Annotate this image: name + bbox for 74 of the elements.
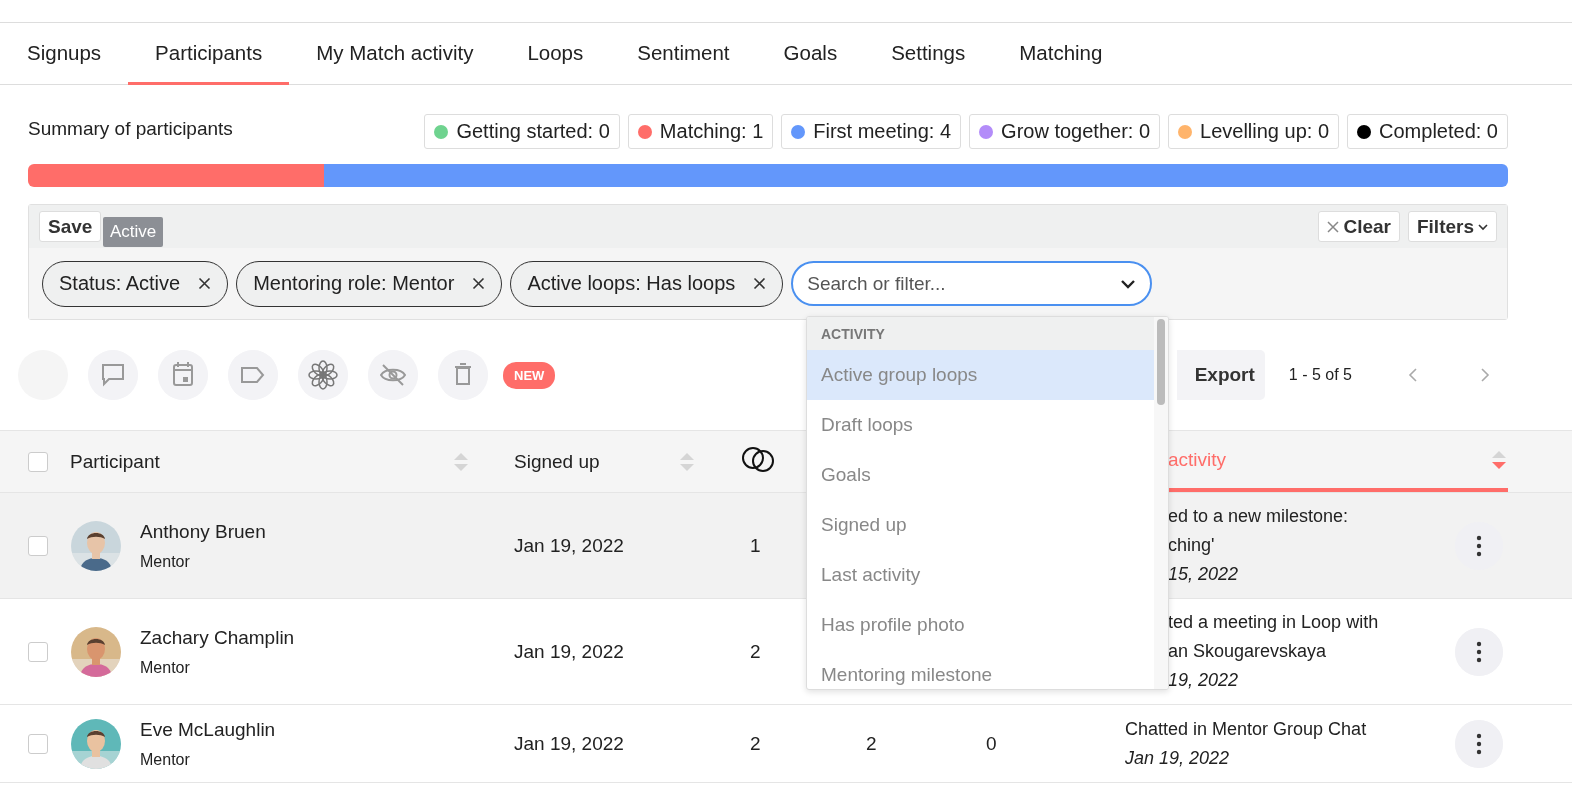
stage-legend-chip: Getting started: 0	[424, 114, 620, 149]
chevron-down-icon[interactable]	[1120, 278, 1137, 289]
stage-legend-chip: Levelling up: 0	[1168, 114, 1340, 149]
tab[interactable]: Sentiment	[610, 23, 757, 85]
table-cell-text: 2	[749, 640, 762, 663]
close-icon[interactable]	[198, 277, 212, 290]
stage-legend-chip: First meeting: 4	[781, 114, 962, 149]
dropdown-option[interactable]: Mentoring milestone	[807, 650, 1154, 689]
stage-legend-chip: Grow together: 0	[969, 114, 1161, 149]
participant-role: Mentor	[140, 552, 191, 571]
checkbox[interactable]	[28, 535, 48, 556]
export-button[interactable]: Export	[1176, 350, 1265, 400]
chip-label: Active loops: Has loops	[527, 272, 736, 295]
tab[interactable]: My Match activity	[289, 23, 501, 85]
chevron-left-icon[interactable]	[1408, 367, 1418, 383]
checkbox[interactable]	[28, 641, 48, 662]
table-cell-text: 2	[749, 732, 762, 755]
tab[interactable]: Signups	[0, 23, 129, 85]
dropdown-option[interactable]: Signed up	[807, 500, 1154, 550]
activity-text: an Skougarevskaya	[1167, 640, 1328, 663]
activity-text: Chatted in Mentor Group Chat	[1125, 717, 1368, 741]
table-cell-text: Jan 19, 2022	[514, 534, 625, 557]
participant-name[interactable]: Eve McLaughlin	[140, 718, 276, 741]
clear-button[interactable]: Clear	[1318, 211, 1400, 242]
activity-text: ching'	[1167, 534, 1216, 557]
scrollbar-thumb[interactable]	[1157, 319, 1165, 405]
stage-legend-chip: Matching: 1	[627, 114, 774, 149]
table-cell-text: 2	[865, 732, 877, 754]
tab[interactable]: Settings	[864, 23, 993, 85]
activity-date: 19, 2022	[1167, 669, 1240, 692]
dropdown-option[interactable]: Has profile photo	[807, 600, 1154, 650]
table-cell-text: 0	[985, 732, 997, 754]
close-icon	[1327, 220, 1340, 233]
participant-role: Mentor	[140, 750, 191, 769]
dropdown-option[interactable]: Goals	[807, 450, 1154, 500]
filter-chip[interactable]: Status: Active	[42, 260, 229, 307]
dropdown-option[interactable]: Last activity	[807, 550, 1154, 600]
rings-icon	[740, 445, 776, 473]
tab[interactable]: Participants	[128, 23, 290, 85]
dropdown-option[interactable]: Draft loops	[807, 400, 1154, 450]
section-title: Summary of participants	[28, 117, 233, 140]
activity-date: Jan 19, 2022	[1125, 746, 1231, 770]
table-cell-text: Jan 19, 2022	[514, 732, 625, 755]
table-cell-text: Jan 19, 2022	[514, 640, 625, 663]
filter-chip[interactable]: Active loops: Has loops	[510, 260, 784, 307]
activity-text: ted a meeting in Loop with	[1167, 611, 1380, 634]
filters-button[interactable]: Filters	[1407, 211, 1497, 242]
stage-legend-chip: Completed: 0	[1347, 114, 1508, 149]
checkbox[interactable]	[28, 451, 48, 472]
close-icon[interactable]	[472, 277, 486, 290]
new-badge: NEW	[503, 361, 556, 389]
chip-label: Mentoring role: Mentor	[253, 272, 455, 295]
tooltip: Active	[103, 217, 164, 247]
participant-name[interactable]: Anthony Bruen	[140, 520, 266, 543]
tab[interactable]: Matching	[992, 23, 1130, 85]
participant-role: Mentor	[140, 658, 191, 677]
group-heading: ACTIVITY	[807, 317, 1154, 350]
participant-name[interactable]: Zachary Champlin	[140, 626, 295, 649]
chevron-down-icon	[1478, 222, 1488, 231]
close-icon[interactable]	[753, 277, 767, 290]
search-input[interactable]: Search or filter...	[805, 271, 1121, 296]
chevron-right-icon[interactable]	[1480, 367, 1490, 383]
column-header[interactable]: Signed up	[514, 450, 600, 473]
filter-chip[interactable]: Mentoring role: Mentor	[236, 260, 503, 307]
activity-text: ed to a new milestone:	[1167, 505, 1350, 528]
tab[interactable]: Loops	[500, 23, 611, 85]
search-field[interactable]: Search or filter...	[791, 261, 1153, 306]
table-cell-text: 1	[749, 534, 762, 557]
activity-date: 15, 2022	[1167, 563, 1240, 586]
tab[interactable]: Goals	[756, 23, 865, 85]
pagination-text: 1 - 5 of 5	[1288, 366, 1352, 384]
save-button[interactable]: Save	[39, 211, 102, 242]
chip-label: Status: Active	[59, 272, 181, 295]
column-header[interactable]: Participant	[70, 450, 160, 473]
